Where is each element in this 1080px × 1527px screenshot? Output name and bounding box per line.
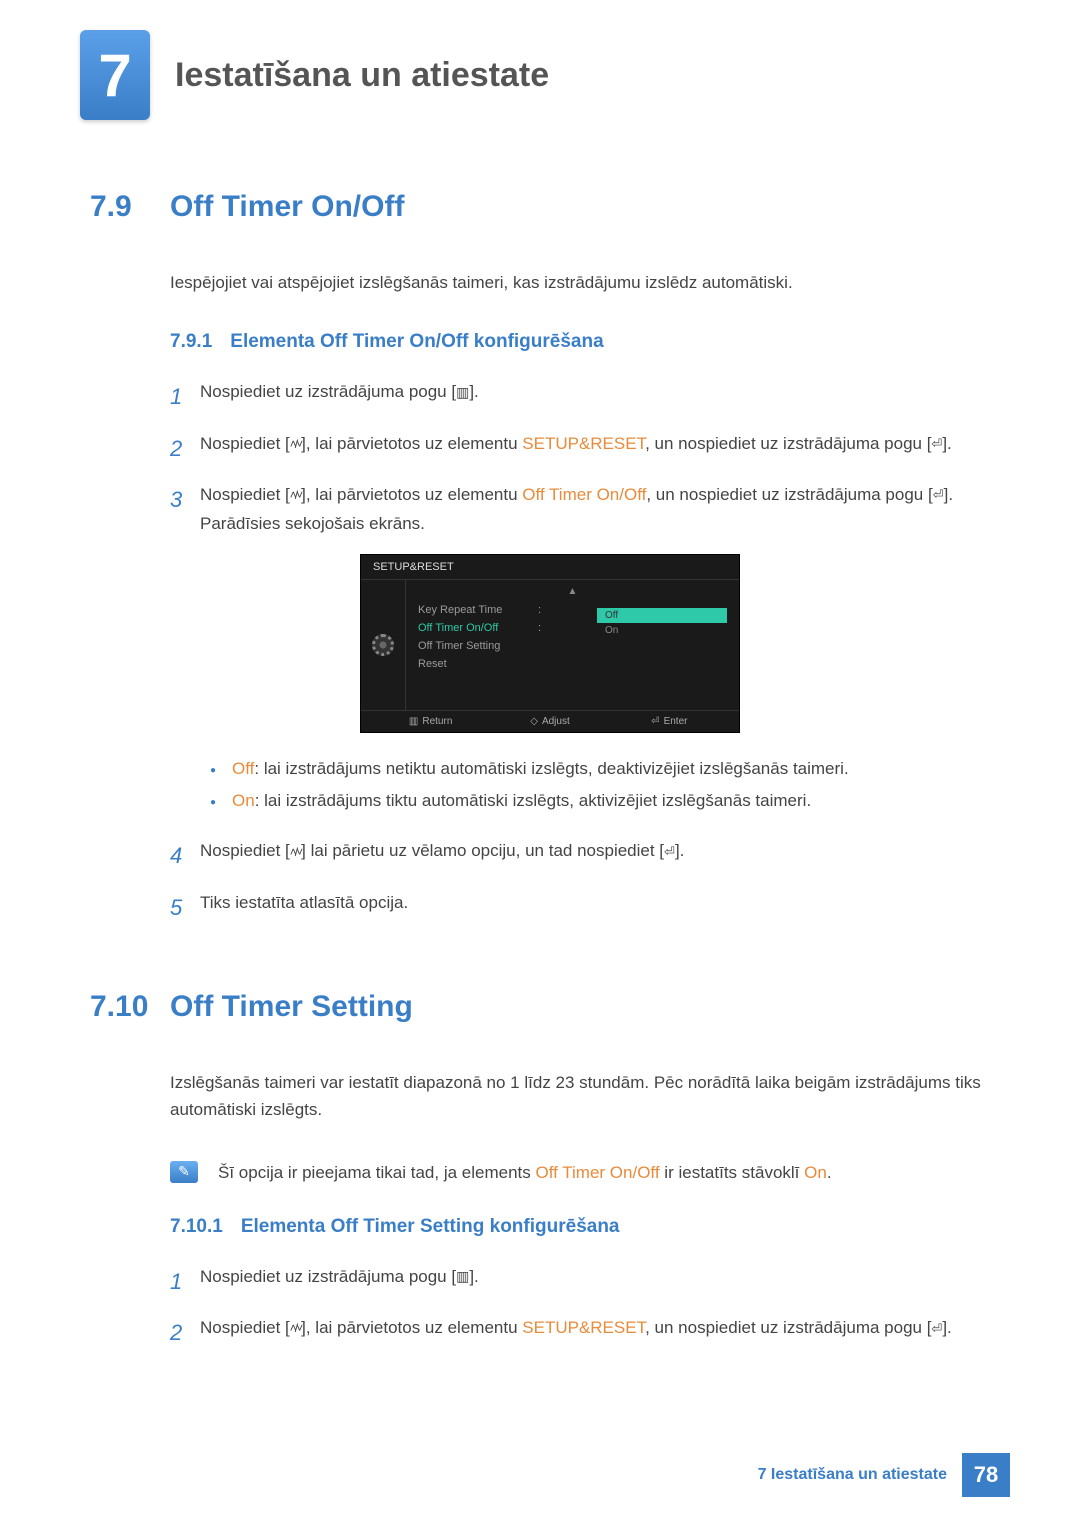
enter-icon: ⏎ xyxy=(931,433,942,455)
bullet-list: ● Off: lai izstrādājums netiktu automāti… xyxy=(210,753,1010,818)
section-title: Off Timer Setting xyxy=(170,990,413,1024)
step-text: Tiks iestatīta atlasītā opcija. xyxy=(200,889,1010,918)
section-heading: 7.9 Off Timer On/Off xyxy=(90,190,1010,224)
step-text: Nospiediet [˄/˅], lai pārvietotos uz ele… xyxy=(200,430,1010,459)
subsection-heading: 7.10.1 Elementa Off Timer Setting konfig… xyxy=(170,1216,1010,1238)
step-number: 2 xyxy=(170,430,200,467)
step-text: Nospiediet uz izstrādājuma pogu [▥]. xyxy=(200,378,1010,407)
section-intro: Izslēgšanās taimeri var iestatīt diapazo… xyxy=(170,1069,1010,1123)
bullet-text: On: lai izstrādājums tiktu automātiski i… xyxy=(232,785,811,817)
note-text: Šī opcija ir pieejama tikai tad, ja elem… xyxy=(218,1159,832,1186)
step-list: 4 Nospiediet [˄/˅] lai pārietu uz vēlamo… xyxy=(170,837,1010,926)
subsection-title: Elementa Off Timer Setting konfigurēšana xyxy=(241,1216,620,1238)
chapter-header: 7 Iestatīšana un atiestate xyxy=(80,30,1010,120)
up-down-icon: ˄/˅ xyxy=(290,485,301,505)
step-number: 1 xyxy=(170,1263,200,1300)
menu-icon: ▥ xyxy=(456,1265,469,1289)
page-number: 78 xyxy=(962,1453,1010,1497)
gear-icon xyxy=(372,634,394,656)
footer-chapter-label: 7 Iestatīšana un atiestate xyxy=(758,1466,947,1484)
step-text: Nospiediet [˄/˅], lai pārvietotos uz ele… xyxy=(200,481,1010,539)
chapter-number-badge: 7 xyxy=(80,30,150,120)
osd-menu-item-active: Off Timer On/Off xyxy=(418,622,538,634)
up-down-icon: ˄/˅ xyxy=(290,434,301,454)
osd-menu-item: Key Repeat Time xyxy=(418,604,538,616)
note-icon: ✎ xyxy=(170,1161,198,1183)
chapter-title: Iestatīšana un atiestate xyxy=(175,56,549,95)
osd-footer-label: Adjust xyxy=(542,716,570,727)
section-heading: 7.10 Off Timer Setting xyxy=(90,990,1010,1024)
up-down-icon: ˄/˅ xyxy=(290,1318,301,1338)
step-text: Nospiediet uz izstrādājuma pogu [▥]. xyxy=(200,1263,1010,1292)
step-number: 2 xyxy=(170,1314,200,1351)
step-number: 3 xyxy=(170,481,200,518)
subsection-title: Elementa Off Timer On/Off konfigurēšana xyxy=(230,331,603,353)
page-footer: 7 Iestatīšana un atiestate 78 xyxy=(758,1453,1010,1497)
step-list: 1 Nospiediet uz izstrādājuma pogu [▥]. 2… xyxy=(170,378,1010,539)
bullet-text: Off: lai izstrādājums netiktu automātisk… xyxy=(232,753,849,785)
osd-option: On xyxy=(597,623,727,638)
section-intro: Iespējojiet vai atspējojiet izslēgšanās … xyxy=(170,269,1010,296)
step-text: Nospiediet [˄/˅], lai pārvietotos uz ele… xyxy=(200,1314,1010,1343)
osd-window: SETUP&RESET ▲ Key Repeat Time : Off Time… xyxy=(360,554,740,733)
osd-header: SETUP&RESET xyxy=(361,555,739,580)
step-list: 1 Nospiediet uz izstrādājuma pogu [▥]. 2… xyxy=(170,1263,1010,1352)
step-number: 4 xyxy=(170,837,200,874)
subsection-heading: 7.9.1 Elementa Off Timer On/Off konfigur… xyxy=(170,331,1010,353)
bullet-icon: ● xyxy=(210,753,232,785)
section-number: 7.10 xyxy=(90,990,170,1024)
step-number: 1 xyxy=(170,378,200,415)
enter-icon: ⏎ xyxy=(664,841,675,863)
step-text: Nospiediet [˄/˅] lai pārietu uz vēlamo o… xyxy=(200,837,1010,866)
subsection-number: 7.9.1 xyxy=(170,331,212,353)
enter-icon: ⏎ xyxy=(651,716,659,727)
section-title: Off Timer On/Off xyxy=(170,190,404,224)
subsection-number: 7.10.1 xyxy=(170,1216,223,1238)
enter-icon: ⏎ xyxy=(931,1318,942,1340)
menu-icon: ▥ xyxy=(409,716,418,727)
adjust-icon: ◇ xyxy=(530,716,538,727)
enter-icon: ⏎ xyxy=(933,484,944,506)
osd-menu-item: Reset xyxy=(418,658,538,670)
section-number: 7.9 xyxy=(90,190,170,224)
bullet-icon: ● xyxy=(210,785,232,817)
menu-icon: ▥ xyxy=(456,381,469,405)
note-row: ✎ Šī opcija ir pieejama tikai tad, ja el… xyxy=(170,1159,1010,1186)
step-number: 5 xyxy=(170,889,200,926)
osd-footer-label: Return xyxy=(422,716,452,727)
osd-footer-label: Enter xyxy=(664,716,688,727)
up-arrow-icon: ▲ xyxy=(406,586,739,597)
up-down-icon: ˄/˅ xyxy=(290,842,301,862)
osd-menu-item: Off Timer Setting xyxy=(418,640,538,652)
osd-option-selected: Off xyxy=(597,608,727,623)
